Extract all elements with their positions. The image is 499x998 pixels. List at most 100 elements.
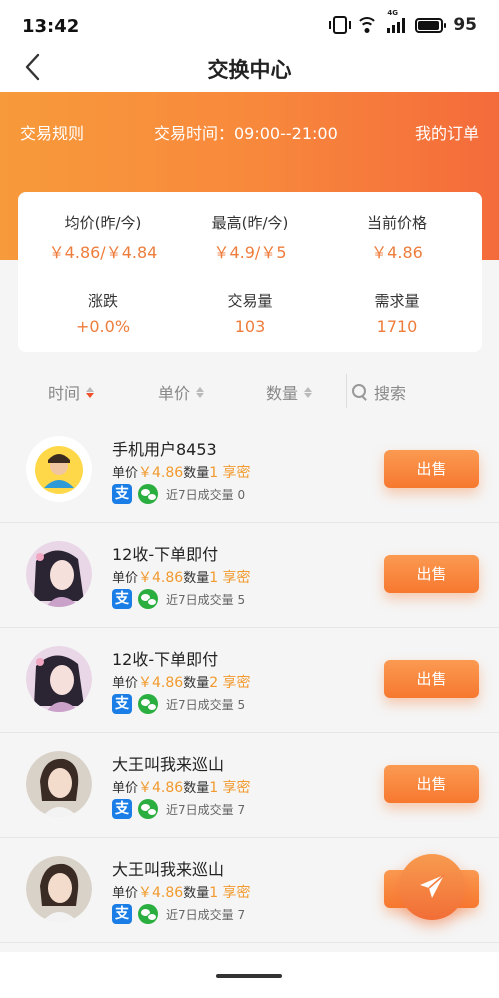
unit-price: ￥4.86 [138,780,184,796]
quantity: 1 享密 [209,780,251,796]
recent-volume-label: 近7日成交量 [166,907,234,922]
paper-plane-icon [420,874,445,898]
sort-arrows-icon [86,386,95,398]
unit-label: 单价 [112,886,139,901]
publish-fab[interactable] [399,854,465,920]
user-name: 大王叫我来巡山 [112,860,225,879]
stat-volume: 交易量 103 [173,290,327,336]
stat-value: 1710 [376,317,418,336]
stat-label: 当前价格 [366,214,427,232]
alipay-icon: 支 [112,694,132,714]
wechat-icon [138,484,158,504]
recent-volume: 近7日成交量 5 [166,696,245,713]
list-item[interactable]: 手机用户8453 单价￥4.86数量1 享密 支 近7日成交量 0 出售 [0,418,499,523]
stat-label: 均价(昨/今) [64,214,142,232]
bottom-bar [0,952,499,998]
stat-value: ￥4.86/￥4.84 [48,243,158,262]
quantity: 2 享密 [209,675,251,691]
unit-price: ￥4.86 [138,465,184,481]
stat-value: 103 [234,317,266,336]
unit-label: 单价 [112,571,139,586]
sort-quantity[interactable]: 数量 [266,380,313,404]
unit-price: ￥4.86 [138,675,184,691]
sell-button[interactable]: 出售 [384,555,479,593]
stat-current: 当前价格 ￥4.86 [320,212,474,263]
nav-bar: 交换中心 [0,52,499,92]
avatar[interactable] [26,856,92,922]
list-item[interactable]: 12收-下单即付 单价￥4.86数量2 享密 支 近7日成交量 5 出售 [0,628,499,733]
price-line: 单价￥4.86数量2 享密 [112,672,251,692]
stat-demand: 需求量 1710 [320,290,474,336]
avatar[interactable] [26,646,92,712]
qty-label: 数量 [183,571,210,586]
stat-value: ￥4.9/￥5 [213,243,287,262]
avatar[interactable] [26,751,92,817]
wifi-icon [356,17,379,33]
payment-methods: 支 近7日成交量 5 [112,694,245,714]
battery-fill [418,20,440,30]
home-indicator[interactable] [216,974,282,978]
sell-button[interactable]: 出售 [384,765,479,803]
stat-label: 交易量 [227,292,273,310]
wechat-icon [138,904,158,924]
payment-methods: 支 近7日成交量 7 [112,904,245,924]
stat-label: 涨跌 [87,292,118,310]
wechat-icon [138,694,158,714]
trade-time: 交易时间：09:00--21:00 [154,124,338,143]
unit-price: ￥4.86 [138,570,184,586]
sort-quantity-label: 数量 [266,384,299,403]
avatar[interactable] [26,436,92,502]
stat-value: +0.0% [75,317,131,336]
search-button[interactable]: 搜索 [352,380,406,404]
wechat-icon [138,799,158,819]
unit-price: ￥4.86 [138,885,184,901]
my-orders-link[interactable]: 我的订单 [415,120,479,144]
recent-volume: 近7日成交量 0 [166,486,245,503]
sell-button[interactable]: 出售 [384,660,479,698]
sort-price[interactable]: 单价 [158,380,205,404]
price-line: 单价￥4.86数量1 享密 [112,567,251,587]
sort-time-label: 时间 [48,384,81,403]
qty-label: 数量 [183,886,210,901]
recent-volume-count: 0 [237,487,246,502]
alipay-icon: 支 [112,484,132,504]
qty-label: 数量 [183,466,210,481]
alipay-icon: 支 [112,799,132,819]
quantity: 1 享密 [209,465,251,481]
unit-label: 单价 [112,781,139,796]
sort-time[interactable]: 时间 [48,380,95,404]
list-item[interactable]: 12收-下单即付 单价￥4.86数量1 享密 支 近7日成交量 5 出售 [0,523,499,628]
wechat-icon [138,589,158,609]
user-name: 手机用户8453 [112,440,217,459]
battery-icon [415,17,447,33]
sort-arrows-icon [196,386,205,398]
vibrate-icon [329,16,352,34]
recent-volume-label: 近7日成交量 [166,697,234,712]
stat-label: 需求量 [374,292,420,310]
status-icons: 4G 95 [329,9,477,35]
status-bar: 13:42 4G 95 [0,0,499,52]
stat-change: 涨跌 +0.0% [26,290,180,336]
payment-methods: 支 近7日成交量 7 [112,799,245,819]
search-icon [352,384,368,400]
filter-divider [346,374,347,408]
alipay-icon: 支 [112,904,132,924]
recent-volume-label: 近7日成交量 [166,487,234,502]
rules-link[interactable]: 交易规则 [20,120,84,144]
recent-volume: 近7日成交量 7 [166,801,245,818]
qty-label: 数量 [183,781,210,796]
battery-percent: 95 [453,15,477,35]
payment-methods: 支 近7日成交量 5 [112,589,245,609]
avatar[interactable] [26,541,92,607]
unit-label: 单价 [112,466,139,481]
sell-button[interactable]: 出售 [384,450,479,488]
recent-volume: 近7日成交量 5 [166,591,245,608]
stat-label: 最高(昨/今) [211,214,289,232]
price-line: 单价￥4.86数量1 享密 [112,777,251,797]
search-label: 搜索 [374,384,407,403]
recent-volume-count: 5 [237,697,246,712]
quantity: 1 享密 [209,570,251,586]
recent-volume: 近7日成交量 7 [166,906,245,923]
user-name: 12收-下单即付 [112,545,219,564]
list-item[interactable]: 大王叫我来巡山 单价￥4.86数量1 享密 支 近7日成交量 7 出售 [0,733,499,838]
